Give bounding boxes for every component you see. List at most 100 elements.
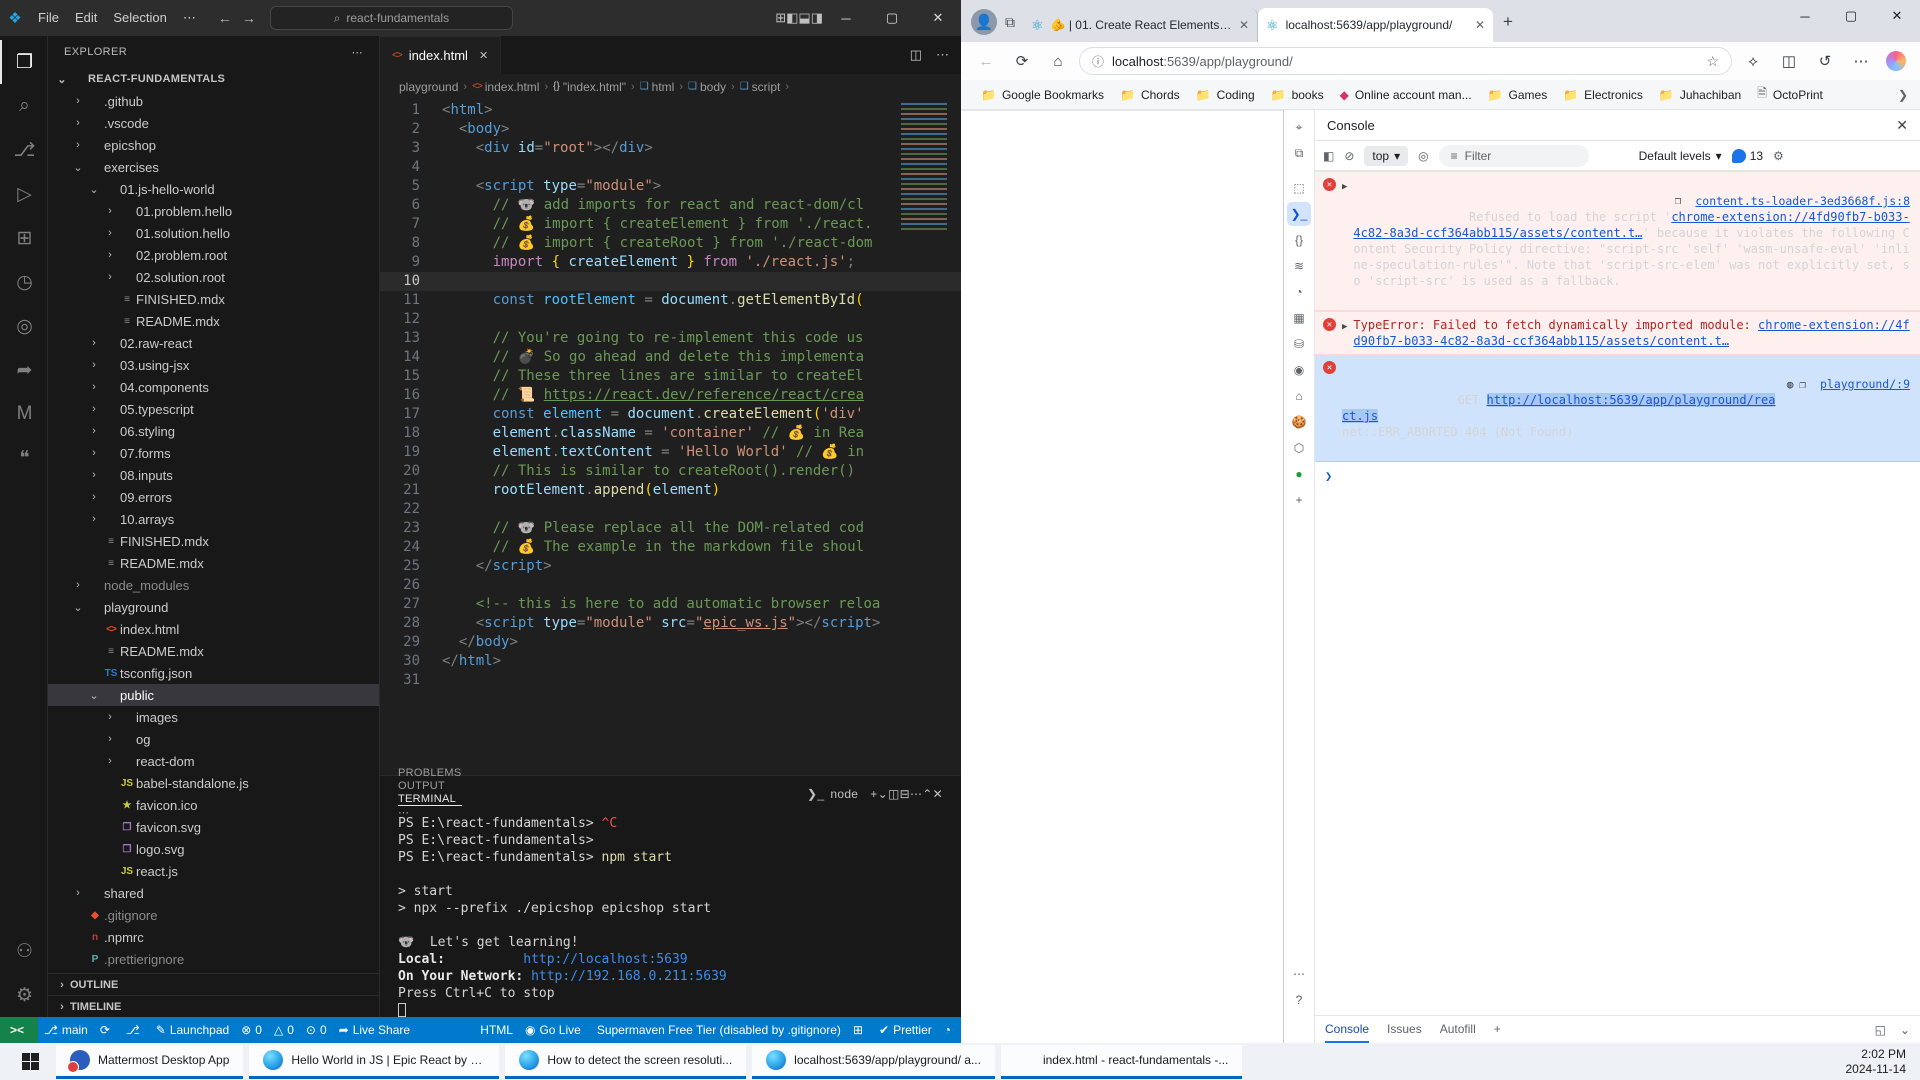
status-item[interactable]: ◔	[938, 1017, 961, 1043]
taskbar-app[interactable]: How to detect the screen resoluti...	[505, 1045, 746, 1079]
status-item[interactable]: HTML	[470, 1017, 519, 1043]
bookmark-item[interactable]: 📁 Google Bookmarks	[973, 81, 1112, 108]
console-error-message[interactable]: ✕ ▶ content.ts-loader-3ed3668f.js:8❐ Ref…	[1315, 171, 1920, 311]
panel-tab[interactable]: OUTPUT	[398, 780, 462, 793]
drawer-tab[interactable]: +	[1494, 1016, 1501, 1043]
cookie-icon[interactable]: 🍪	[1287, 410, 1311, 434]
back-icon[interactable]: ←	[971, 53, 1001, 70]
drawer-collapse-icon[interactable]: ⌄	[1900, 1023, 1910, 1037]
minimap[interactable]	[901, 103, 947, 231]
status-item[interactable]: ✔ Prettier	[873, 1017, 938, 1043]
remote-explorer-icon[interactable]: ◎	[0, 304, 48, 348]
account-icon[interactable]: ⚇	[0, 929, 48, 973]
status-item[interactable]: △ 0	[268, 1017, 300, 1043]
expand-arrow-icon[interactable]: ▶	[1342, 319, 1347, 335]
tree-item[interactable]: › 02.problem.root	[48, 244, 379, 266]
tree-item[interactable]: › shared	[48, 882, 379, 904]
tree-item[interactable]: ≡ FINISHED.mdx	[48, 530, 379, 552]
history-forward-icon[interactable]: →	[242, 10, 256, 26]
console-network-error-message[interactable]: ✕ playground/:9◍❐ GET http://localhost:5…	[1315, 355, 1920, 462]
layout-dropdown-icon[interactable]: ⊞	[775, 10, 786, 25]
dock-layout-icon[interactable]: ◱	[1875, 1023, 1886, 1037]
workspaces-icon[interactable]: ⧉	[1005, 14, 1015, 31]
menu-item[interactable]: File	[30, 10, 67, 25]
source-link[interactable]: content.ts-loader-3ed3668f.js:8	[1695, 193, 1910, 209]
address-bar[interactable]: ⓘ localhost:5639/app/playground/ ☆	[1079, 47, 1732, 75]
context-selector[interactable]: top ▾	[1364, 146, 1408, 166]
tree-item[interactable]: ⌄ public	[48, 684, 379, 706]
devtools-close-icon[interactable]: ✕	[1896, 117, 1908, 134]
sidebar-section-header[interactable]: › TIMELINE	[48, 995, 379, 1017]
tree-item[interactable]: P .prettierignore	[48, 948, 379, 970]
application-icon[interactable]: ⛁	[1287, 332, 1311, 356]
tree-item[interactable]: ≡ README.mdx	[48, 640, 379, 662]
drawer-tab[interactable]: Autofill	[1440, 1016, 1476, 1043]
search-icon[interactable]: ⌕	[0, 84, 48, 128]
bookmarks-overflow-icon[interactable]: ❯	[1898, 88, 1908, 102]
tree-item[interactable]: ❒ favicon.svg	[48, 816, 379, 838]
panel-close-icon[interactable]: ✕	[933, 787, 943, 801]
tree-item[interactable]: › 02.raw-react	[48, 332, 379, 354]
extensions-icon[interactable]: ⊞	[0, 216, 48, 260]
history-icon[interactable]: ↺	[1810, 52, 1840, 70]
expand-arrow-icon[interactable]: ▶	[1342, 179, 1347, 195]
breadcrumb-item[interactable]: index.html	[485, 80, 540, 94]
eye-icon[interactable]: ◎	[1418, 149, 1428, 163]
source-control-icon[interactable]: ⎇	[0, 128, 48, 172]
status-item[interactable]: ✎ Launchpad	[150, 1017, 235, 1043]
comments-icon[interactable]: ❝	[0, 436, 48, 480]
add-tool-icon[interactable]: +	[1287, 488, 1311, 512]
toolbar-more-icon[interactable]: ⋯	[1846, 52, 1876, 70]
tree-item[interactable]: JS babel-standalone.js	[48, 772, 379, 794]
taskbar-clock[interactable]: 2:02 PM 2024-11-14	[1846, 1047, 1920, 1077]
tree-item[interactable]: › 06.styling	[48, 420, 379, 442]
tree-item[interactable]: › node_modules	[48, 574, 379, 596]
tree-item[interactable]: ❒ logo.svg	[48, 838, 379, 860]
page-viewport[interactable]	[961, 110, 1283, 1043]
tree-item[interactable]: ★ favicon.ico	[48, 794, 379, 816]
menu-item[interactable]: ⋯	[175, 10, 204, 25]
panel-tab[interactable]: TERMINAL	[398, 793, 462, 806]
status-item[interactable]: ⎇ main	[38, 1017, 94, 1043]
tree-item[interactable]: › 04.components	[48, 376, 379, 398]
toggle-secondary-sidebar-icon[interactable]: ◨	[811, 10, 823, 25]
tab-close-icon[interactable]: ✕	[479, 49, 488, 62]
tab-close-icon[interactable]: ✕	[1475, 18, 1485, 32]
network-icon[interactable]: ≋	[1287, 254, 1311, 278]
tree-item[interactable]: › 05.typescript	[48, 398, 379, 420]
tree-item[interactable]: › images	[48, 706, 379, 728]
console-sidebar-icon[interactable]: ◧	[1323, 149, 1334, 163]
console-icon[interactable]: ❯_	[1287, 202, 1311, 226]
tree-item[interactable]: › .github	[48, 90, 379, 112]
device-toolbar-icon[interactable]: ⧉	[1287, 141, 1311, 165]
tree-item[interactable]: › 01.problem.hello	[48, 200, 379, 222]
testing-icon[interactable]: ◷	[0, 260, 48, 304]
tree-item[interactable]: › react-dom	[48, 750, 379, 772]
messages-count[interactable]: 13	[1732, 149, 1763, 163]
status-item[interactable]: ➦ Live Share	[333, 1017, 416, 1043]
new-tab-button[interactable]: +	[1503, 12, 1513, 32]
breadcrumb-item[interactable]: html	[652, 80, 675, 94]
status-item[interactable]: ⊙ 0	[300, 1017, 333, 1043]
tree-item[interactable]: › 09.errors	[48, 486, 379, 508]
menu-item[interactable]: Edit	[67, 10, 105, 25]
copilot-icon[interactable]	[1886, 51, 1906, 71]
tree-item[interactable]: ⌄ REACT-FUNDAMENTALS	[48, 68, 379, 90]
source-link[interactable]: playground/:9	[1820, 376, 1910, 392]
tree-item[interactable]: › epicshop	[48, 134, 379, 156]
tree-item[interactable]: ⌄ exercises	[48, 156, 379, 178]
tree-item[interactable]: ≡ README.mdx	[48, 552, 379, 574]
tree-item[interactable]: › 01.solution.hello	[48, 222, 379, 244]
settings-gear-icon[interactable]: ⚙	[0, 973, 48, 1017]
menu-item[interactable]: Selection	[105, 10, 174, 25]
editor-tab[interactable]: <> index.html ✕	[380, 36, 501, 74]
status-item[interactable]: ⊞	[847, 1017, 873, 1043]
minimize-button[interactable]: ─	[1782, 0, 1828, 32]
taskbar-app[interactable]: index.html - react-fundamentals -...	[1001, 1045, 1242, 1079]
add-terminal-icon[interactable]: +	[870, 787, 877, 801]
taskbar-app[interactable]: localhost:5639/app/playground/ a...	[752, 1045, 995, 1079]
tree-item[interactable]: › og	[48, 728, 379, 750]
browser-tab[interactable]: ⚛ localhost:5639/app/playground/ ✕	[1258, 8, 1493, 42]
status-item[interactable]: ⟳	[94, 1017, 120, 1043]
more-tools-icon[interactable]: ⋯	[1287, 962, 1311, 986]
